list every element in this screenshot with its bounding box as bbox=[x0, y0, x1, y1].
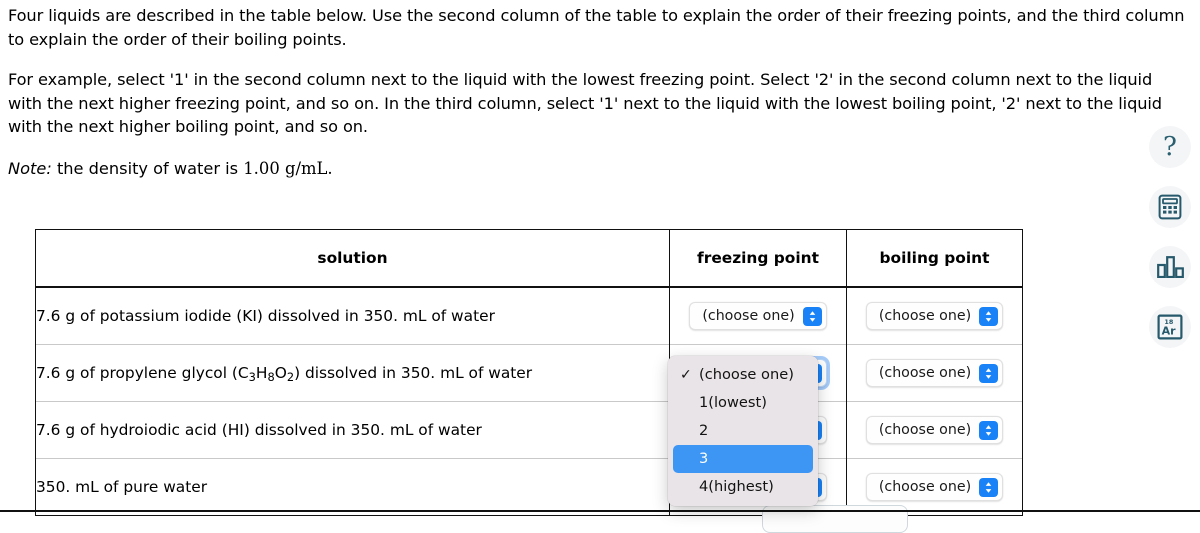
freezing-point-select[interactable]: (choose one) bbox=[689, 302, 827, 330]
formula-element: O bbox=[274, 364, 287, 382]
bar-chart-icon bbox=[1156, 256, 1184, 278]
boiling-point-cell: (choose one) bbox=[846, 344, 1023, 402]
dropdown-option-3[interactable]: 3 bbox=[673, 445, 813, 473]
instruction-paragraph-2: For example, select '1' in the second co… bbox=[8, 70, 1162, 136]
bar-chart-button[interactable] bbox=[1149, 246, 1191, 288]
freezing-point-cell: (choose one) bbox=[669, 287, 847, 345]
help-button[interactable]: ? bbox=[1149, 126, 1191, 168]
boiling-point-select[interactable]: (choose one) bbox=[865, 416, 1004, 444]
dropdown-option-choose-one[interactable]: (choose one) bbox=[673, 361, 813, 389]
note-density-value: 1.00 g/mL. bbox=[243, 158, 333, 178]
solution-description: 7.6 g of potassium iodide (KI) dissolved… bbox=[35, 287, 670, 345]
chevron-updown-icon bbox=[802, 306, 822, 326]
boiling-point-select[interactable]: (choose one) bbox=[865, 359, 1004, 387]
boiling-point-cell: (choose one) bbox=[846, 287, 1023, 345]
dropdown-option-4-highest[interactable]: 4(highest) bbox=[673, 473, 813, 501]
note-line: Note: the density of water is 1.00 g/mL. bbox=[8, 157, 1190, 181]
periodic-table-icon: 18 Ar bbox=[1157, 314, 1183, 340]
boiling-point-select[interactable]: (choose one) bbox=[865, 302, 1004, 330]
chevron-updown-icon bbox=[979, 363, 999, 383]
formula-subscript: 2 bbox=[286, 370, 295, 385]
solutions-table: solution freezing point boiling point 7.… bbox=[35, 229, 1023, 516]
solution-description: 7.6 g of propylene glycol (C3H8O2) disso… bbox=[35, 344, 670, 402]
chevron-updown-icon bbox=[979, 477, 999, 497]
help-icon: ? bbox=[1163, 132, 1177, 162]
boiling-point-select[interactable]: (choose one) bbox=[865, 473, 1004, 501]
solution-description: 7.6 g of hydroiodic acid (HI) dissolved … bbox=[35, 401, 670, 459]
solution-text-suffix: ) dissolved in 350. mL of water bbox=[294, 364, 533, 382]
select-value: (choose one) bbox=[702, 308, 795, 324]
table-row: 7.6 g of propylene glycol (C3H8O2) disso… bbox=[35, 344, 1023, 402]
select-value: (choose one) bbox=[878, 479, 972, 495]
note-label: Note: bbox=[8, 158, 52, 178]
solutions-table-wrapper: solution freezing point boiling point 7.… bbox=[35, 229, 1023, 516]
instruction-paragraph-1: Four liquids are described in the table … bbox=[8, 6, 1185, 49]
svg-text:Ar: Ar bbox=[1162, 325, 1177, 338]
instructions-block: Four liquids are described in the table … bbox=[8, 4, 1190, 180]
formula-element: H bbox=[255, 364, 268, 382]
table-header-row: solution freezing point boiling point bbox=[35, 229, 1023, 288]
calculator-button[interactable] bbox=[1149, 186, 1191, 228]
chevron-updown-icon bbox=[979, 420, 999, 440]
table-row: 7.6 g of potassium iodide (KI) dissolved… bbox=[35, 287, 1023, 345]
dropdown-option-1-lowest[interactable]: 1(lowest) bbox=[673, 389, 813, 417]
formula-subscript: 8 bbox=[267, 370, 275, 385]
select-value: (choose one) bbox=[878, 365, 972, 381]
freezing-point-dropdown-menu[interactable]: (choose one) 1(lowest) 2 3 4(highest) bbox=[668, 356, 818, 506]
dropdown-option-2[interactable]: 2 bbox=[673, 417, 813, 445]
formula-subscript: 3 bbox=[248, 370, 256, 385]
solution-description: 350. mL of pure water bbox=[35, 458, 670, 516]
page-bottom-rule bbox=[0, 510, 1200, 512]
boiling-point-cell: (choose one) bbox=[846, 401, 1023, 459]
table-row: 7.6 g of hydroiodic acid (HI) dissolved … bbox=[35, 401, 1023, 459]
column-header-boiling-point: boiling point bbox=[846, 229, 1023, 288]
chevron-updown-icon bbox=[979, 306, 999, 326]
select-value: (choose one) bbox=[878, 308, 972, 324]
note-text: the density of water is bbox=[56, 158, 239, 178]
select-value: (choose one) bbox=[878, 422, 972, 438]
column-header-solution: solution bbox=[35, 229, 670, 288]
periodic-table-button[interactable]: 18 Ar bbox=[1149, 306, 1191, 348]
solution-text-prefix: 7.6 g of propylene glycol (C bbox=[36, 364, 249, 382]
tool-rail: ? 18 Ar bbox=[1146, 126, 1194, 348]
calculator-icon bbox=[1158, 194, 1182, 220]
column-header-freezing-point: freezing point bbox=[669, 229, 847, 288]
